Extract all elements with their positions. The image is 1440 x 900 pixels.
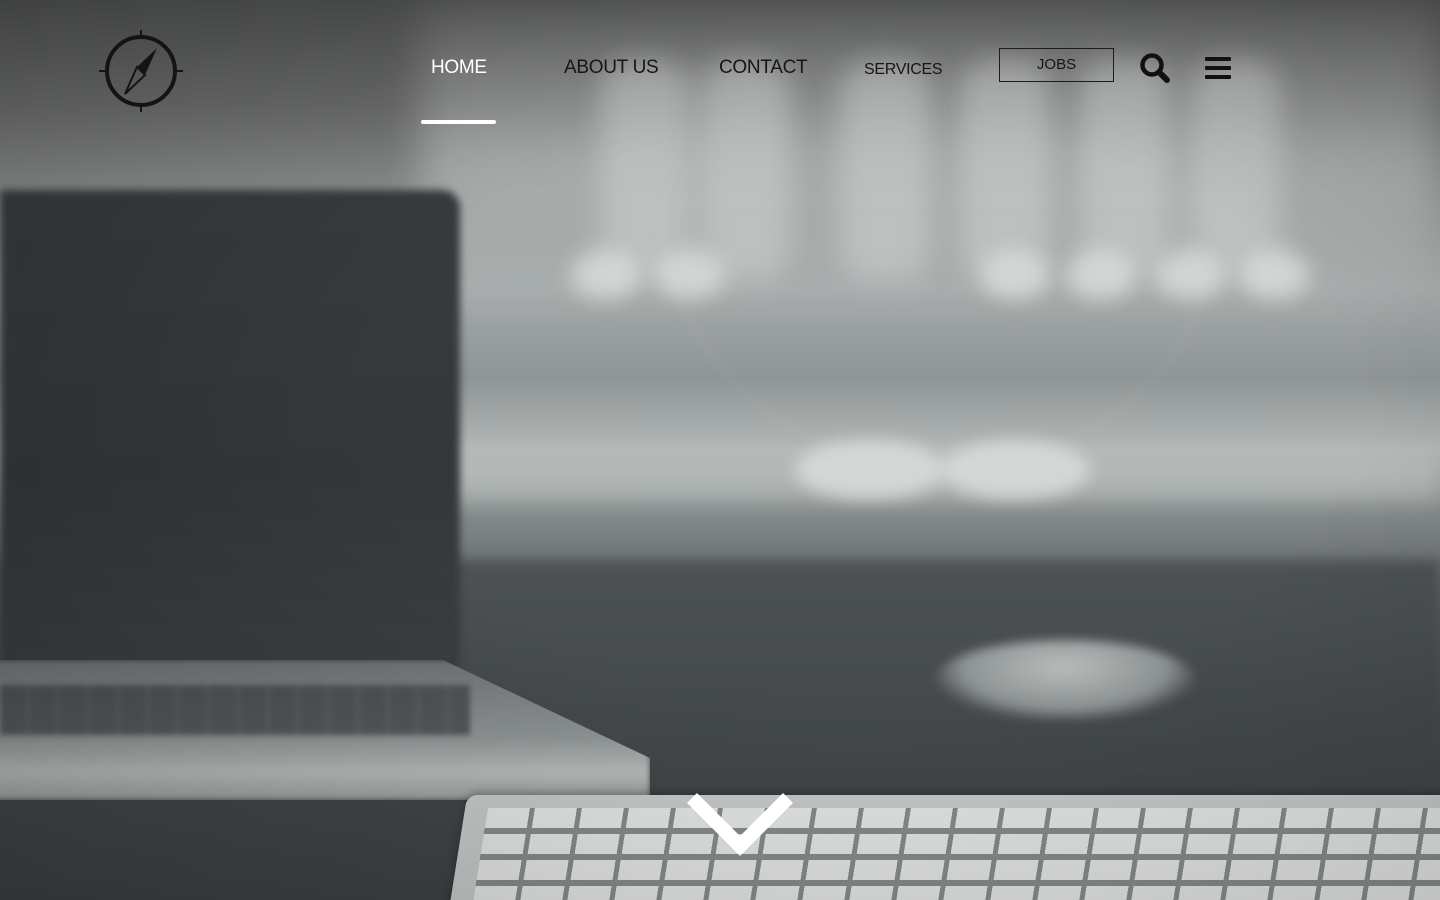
- search-icon[interactable]: [1139, 52, 1171, 84]
- nav-about-link[interactable]: ABOUT US: [564, 57, 659, 79]
- chevron-down-icon[interactable]: [684, 790, 796, 858]
- nav-active-underline: [421, 120, 496, 124]
- compass-logo-icon[interactable]: [98, 28, 184, 114]
- site-header: HOME ABOUT US CONTACT SERVICES JOBS: [0, 0, 1440, 140]
- jobs-button[interactable]: JOBS: [999, 48, 1114, 82]
- nav-contact-link[interactable]: CONTACT: [719, 57, 808, 79]
- nav-home-link[interactable]: HOME: [431, 57, 487, 79]
- nav-services-link[interactable]: SERVICES: [864, 61, 943, 79]
- hamburger-menu-icon[interactable]: [1205, 56, 1231, 80]
